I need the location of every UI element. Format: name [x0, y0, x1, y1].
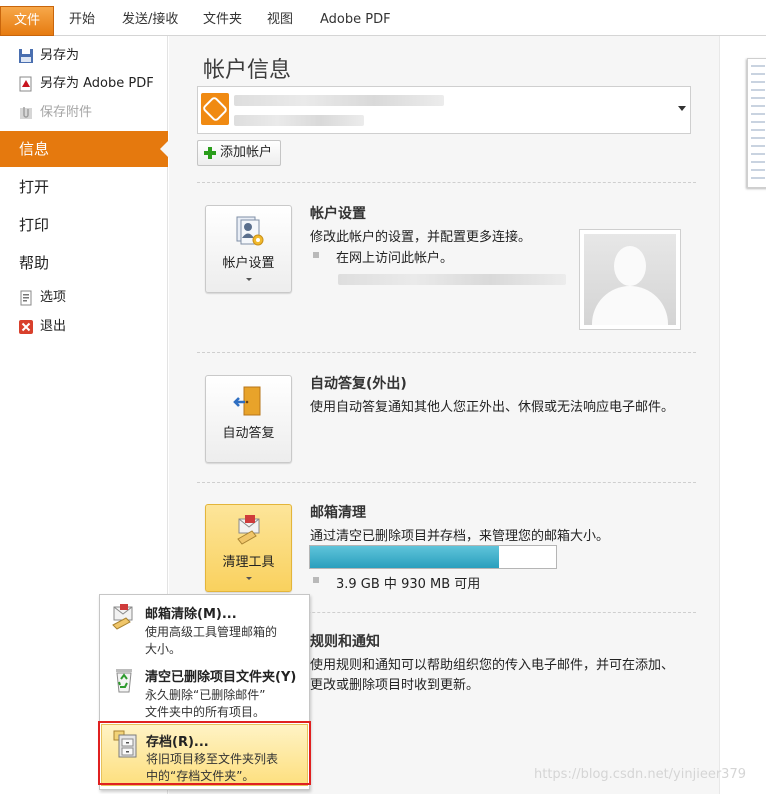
menu-item-empty-deleted[interactable]: 清空已删除项目文件夹(Y) 永久删除“已删除邮件” 文件夹中的所有项目。: [101, 661, 308, 721]
bullet-icon: [313, 577, 319, 583]
nav-save-as[interactable]: 另存为: [18, 46, 79, 66]
highlight-box: [98, 721, 311, 785]
account-selector[interactable]: [197, 86, 691, 134]
add-account-button[interactable]: 添加帐户: [197, 140, 281, 166]
tab-file[interactable]: 文件: [0, 6, 54, 36]
save-as-icon: [19, 49, 33, 63]
exchange-account-icon: [201, 93, 229, 125]
tab-adobe-pdf[interactable]: Adobe PDF: [314, 8, 397, 32]
mailbox-cleanup-title: 邮箱清理: [310, 505, 366, 521]
account-settings-button-label: 帐户设置: [222, 256, 275, 271]
preview-strip: [719, 36, 766, 794]
auto-reply-desc: 使用自动答复通知其他人您正外出、休假或无法响应电子邮件。: [310, 400, 675, 415]
redacted-account-name: [234, 95, 444, 106]
menu-item-desc-line2: 文件夹中的所有项目。: [145, 705, 266, 719]
mailbox-cleanup-icon: [112, 604, 133, 630]
nav-exit-label: 退出: [40, 319, 67, 334]
auto-reply-button[interactable]: 自动答复: [205, 375, 292, 463]
bullet-icon: [313, 252, 319, 258]
mailbox-usage-fill: [310, 546, 500, 568]
redacted-account-type: [234, 115, 364, 126]
auto-reply-title: 自动答复(外出): [310, 376, 407, 392]
menu-item-title: 清空已删除项目文件夹(Y): [145, 670, 297, 685]
tab-view[interactable]: 视图: [261, 8, 299, 32]
nav-options-label: 选项: [40, 290, 67, 305]
nav-open[interactable]: 打开: [0, 169, 168, 205]
active-arrow-icon: [160, 140, 169, 158]
adobe-pdf-icon: [19, 76, 32, 92]
menu-item-desc-line1: 使用高级工具管理邮箱的: [145, 625, 278, 639]
nav-save-attachments-label: 保存附件: [40, 105, 93, 120]
cleanup-tools-button-label: 清理工具: [222, 555, 275, 570]
plus-icon: [204, 147, 216, 159]
tab-send-receive[interactable]: 发送/接收: [116, 8, 184, 32]
profile-photo: [579, 229, 681, 330]
watermark: https://blog.csdn.net/yinjieer379: [534, 767, 746, 782]
rules-desc-line1: 使用规则和通知可以帮助组织您的传入电子邮件，并可在添加、: [310, 658, 675, 673]
tab-folder[interactable]: 文件夹: [197, 8, 248, 32]
auto-reply-button-label: 自动答复: [222, 426, 275, 441]
cleanup-tools-button[interactable]: 清理工具: [205, 504, 292, 592]
exit-close-icon: [19, 320, 33, 334]
nav-options[interactable]: 选项: [18, 288, 66, 308]
nav-info-label: 信息: [19, 140, 50, 158]
chevron-down-icon: [678, 106, 686, 111]
ribbon-tabs: 文件 开始 发送/接收 文件夹 视图 Adobe PDF: [0, 0, 766, 36]
attachment-icon: [20, 107, 32, 119]
add-account-label: 添加帐户: [220, 145, 273, 160]
nav-save-as-pdf-label: 另存为 Adobe PDF: [40, 76, 154, 91]
auto-reply-door-icon: [233, 386, 261, 416]
account-settings-title: 帐户设置: [310, 206, 366, 222]
menu-item-mailbox-cleanup[interactable]: 邮箱清除(M)... 使用高级工具管理邮箱的 大小。: [101, 598, 308, 660]
nav-open-label: 打开: [19, 178, 50, 196]
dropdown-arrow-icon: [246, 577, 252, 580]
nav-exit[interactable]: 退出: [18, 317, 66, 337]
nav-print-label: 打印: [19, 216, 50, 234]
divider: [197, 482, 696, 483]
rules-desc-line2: 更改或删除项目时收到更新。: [310, 678, 480, 693]
account-settings-button[interactable]: 帐户设置: [205, 205, 292, 293]
menu-item-title: 邮箱清除(M)...: [145, 607, 237, 622]
nav-save-as-pdf[interactable]: 另存为 Adobe PDF: [18, 74, 154, 94]
document-preview-thumbnail[interactable]: [747, 58, 766, 188]
menu-item-desc-line2: 大小。: [145, 642, 182, 656]
recycle-bin-icon: [116, 669, 132, 693]
nav-info[interactable]: 信息: [0, 131, 169, 167]
redacted-web-address: [338, 274, 566, 285]
menu-item-desc-line1: 永久删除“已删除邮件”: [145, 688, 266, 702]
nav-help-label: 帮助: [19, 254, 50, 272]
account-settings-icon: [236, 216, 264, 246]
mailbox-usage-bar: [309, 545, 557, 569]
cleanup-tools-icon: [237, 515, 260, 545]
nav-save-as-label: 另存为: [40, 48, 80, 63]
access-account-online-link[interactable]: 在网上访问此帐户。: [336, 247, 453, 266]
nav-help[interactable]: 帮助: [0, 245, 168, 281]
dropdown-arrow-icon: [246, 278, 252, 281]
mailbox-cleanup-desc: 通过清空已删除项目并存档，来管理您的邮箱大小。: [310, 529, 610, 544]
account-settings-desc: 修改此帐户的设置，并配置更多连接。: [310, 230, 532, 245]
rules-title: 规则和通知: [310, 634, 380, 650]
divider: [197, 352, 696, 353]
options-icon: [20, 290, 32, 306]
nav-print[interactable]: 打印: [0, 207, 168, 243]
nav-save-attachments[interactable]: 保存附件: [18, 103, 92, 123]
mailbox-usage-text: 3.9 GB 中 930 MB 可用: [336, 577, 481, 592]
divider: [197, 182, 696, 183]
tab-home[interactable]: 开始: [63, 8, 101, 32]
page-title: 帐户信息: [203, 58, 292, 83]
